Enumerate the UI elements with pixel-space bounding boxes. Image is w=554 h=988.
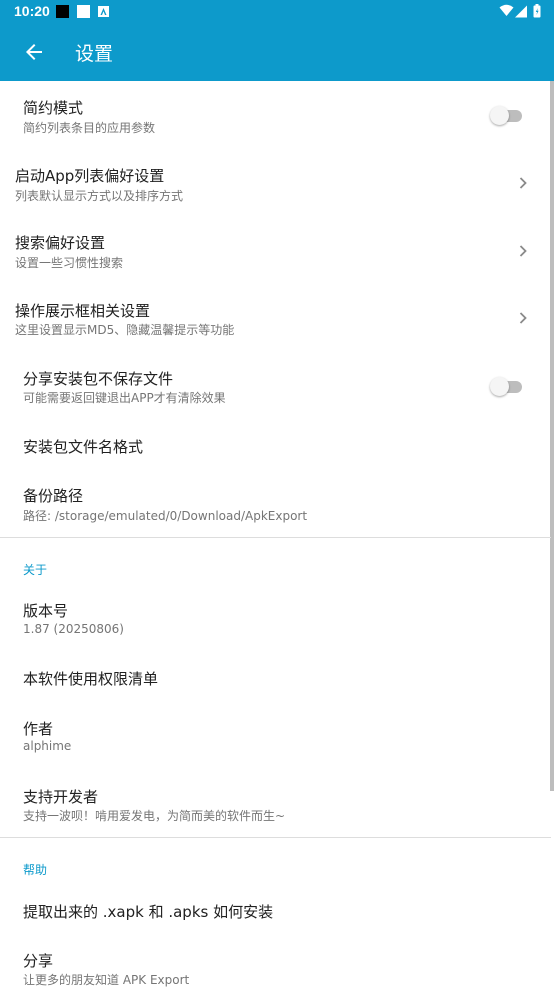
setting-subtitle: 简约列表条目的应用参数 [23,121,156,135]
setting-launch-pref[interactable]: 启动App列表偏好设置 列表默认显示方式以及排序方式 [0,149,550,217]
about-version[interactable]: 版本号 1.87 (20250806) [0,587,550,655]
setting-title: 搜索偏好设置 [15,234,106,252]
notification-icon [56,5,69,18]
setting-subtitle: 列表默认显示方式以及排序方式 [15,189,184,203]
setting-subtitle: 路径: /storage/emulated/0/Download/ApkExpo… [23,509,308,523]
setting-subtitle: 设置一些习惯性搜索 [15,256,124,270]
setting-subtitle: 让更多的朋友知道 APK Export [23,973,190,987]
page-title: 设置 [75,43,114,65]
chevron-right-icon [519,312,527,324]
setting-title: 作者 [23,720,54,738]
share-no-save-toggle[interactable] [490,373,522,399]
setting-title: 提取出来的 .xapk 和 .apks 如何安装 [23,903,274,921]
setting-subtitle: 支持一波呗！啃用爱发电，为简而美的软件而生~ [23,809,286,823]
setting-file-name-format[interactable]: 安装包文件名格式 [0,421,550,473]
help-install-guide[interactable]: 提取出来的 .xapk 和 .apks 如何安装 [0,887,550,939]
setting-title: 启动App列表偏好设置 [15,167,165,185]
chevron-right-icon [519,245,527,257]
setting-subtitle: 可能需要返回键退出APP才有清除效果 [23,391,226,405]
setting-title: 本软件使用权限清单 [23,670,159,688]
about-permissions[interactable]: 本软件使用权限清单 [0,655,550,707]
setting-title: 分享安装包不保存文件 [23,370,174,388]
chevron-right-icon [519,177,527,189]
section-header-about: 关于 [23,563,48,577]
setting-backup-path[interactable]: 备份路径 路径: /storage/emulated/0/Download/Ap… [0,473,550,537]
setting-subtitle: 1.87 (20250806) [23,622,124,636]
scrollbar[interactable] [550,81,554,791]
setting-title: 简约模式 [23,99,84,117]
app-bar: 设置 [0,24,554,81]
simple-mode-toggle[interactable] [490,102,522,128]
setting-title: 版本号 [23,602,69,620]
setting-title: 备份路径 [23,487,84,505]
status-time: 10:20 [14,3,50,19]
setting-title: 支持开发者 [23,788,99,806]
notification-square-icon [77,5,90,18]
divider [0,837,551,838]
divider [0,537,551,538]
signal-icon [515,5,527,18]
app-notification-icon [98,6,109,17]
help-share[interactable]: 分享 让更多的朋友知道 APK Export [0,939,550,987]
setting-action-pref[interactable]: 操作展示框相关设置 这里设置显示MD5、隐藏温馨提示等功能 [0,285,550,353]
setting-title: 分享 [23,952,54,970]
wifi-icon [499,4,514,16]
setting-search-pref[interactable]: 搜索偏好设置 设置一些习惯性搜索 [0,217,550,285]
status-bar: 10:20 [0,0,554,24]
about-support[interactable]: 支持开发者 支持一波呗！啃用爱发电，为简而美的软件而生~ [0,773,550,837]
setting-share-no-save[interactable]: 分享安装包不保存文件 可能需要返回键退出APP才有清除效果 [0,353,550,421]
section-header-help: 帮助 [23,863,48,877]
about-author[interactable]: 作者 alphime [0,707,550,773]
setting-simple-mode[interactable]: 简约模式 简约列表条目的应用参数 [0,81,550,149]
setting-title: 操作展示框相关设置 [15,302,151,320]
battery-icon [533,4,541,18]
setting-subtitle: alphime [23,739,72,753]
setting-subtitle: 这里设置显示MD5、隐藏温馨提示等功能 [15,323,235,337]
back-arrow-icon[interactable] [22,40,46,64]
setting-title: 安装包文件名格式 [23,438,144,456]
